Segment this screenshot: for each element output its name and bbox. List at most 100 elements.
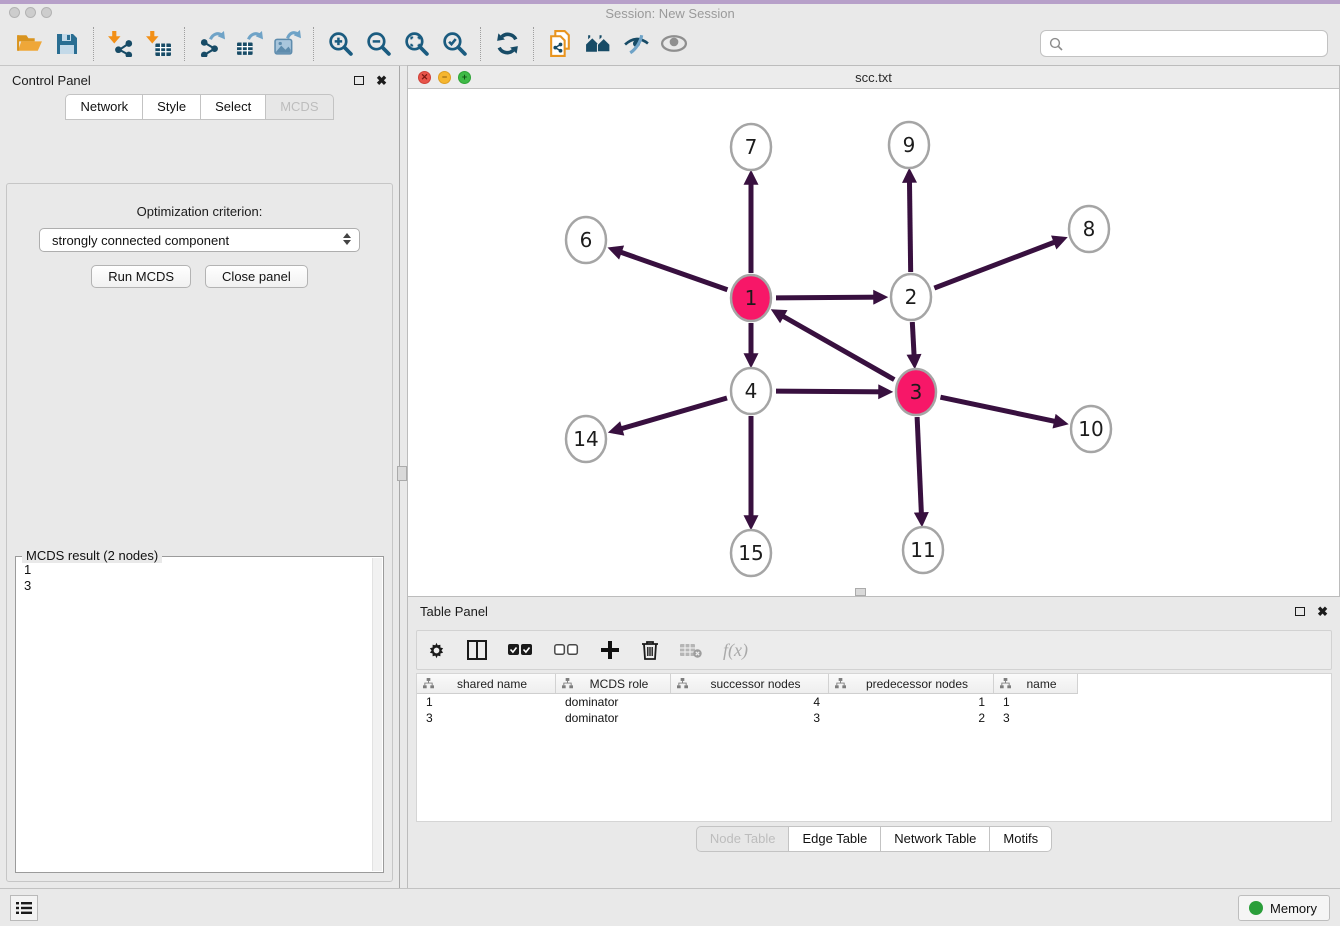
table-panel-close-icon[interactable]: ✖ [1317,605,1328,618]
graph-edge-1-6[interactable] [612,249,727,289]
graph-edge-3-10[interactable] [940,397,1063,423]
graph-edge-4-14[interactable] [613,398,727,431]
graph-node-11[interactable]: 11 [903,527,943,573]
graph-node-15[interactable]: 15 [731,530,771,576]
table-settings-button[interactable] [427,641,446,660]
search-box[interactable] [1040,30,1328,57]
graph-edge-3-11[interactable] [917,417,922,522]
zoom-fit-button[interactable] [397,26,435,62]
hide-selected-button[interactable] [617,26,655,62]
control-tab-network[interactable]: Network [65,94,143,120]
column-header-predecessor-nodes[interactable]: predecessor nodes [829,674,994,693]
zoom-in-button[interactable] [321,26,359,62]
control-tab-select[interactable]: Select [201,94,266,120]
graph-edge-2-3[interactable] [912,322,914,364]
table-cell[interactable]: 3 [671,711,829,725]
table-row[interactable]: 1dominator411 [417,694,1331,710]
column-header-successor-nodes[interactable]: successor nodes [671,674,829,693]
graph-node-9[interactable]: 9 [889,122,929,168]
table-cell[interactable]: 1 [417,695,556,709]
delete-column-button[interactable] [641,640,659,660]
zoom-in-icon [327,30,354,57]
zoom-out-icon [365,30,392,57]
create-column-button[interactable] [600,640,620,660]
show-column-button[interactable] [467,640,487,660]
graph-edge-2-9[interactable] [909,173,910,272]
column-header-name[interactable]: name [994,674,1078,693]
apply-layout-button[interactable] [488,26,526,62]
table-cell[interactable]: 1 [994,695,1078,709]
mcds-result-text[interactable]: 13 [18,559,371,870]
unselect-all-columns-button[interactable] [554,644,579,656]
network-window-titlebar[interactable]: ✕ − + scc.txt [408,66,1339,89]
vertical-splitter-grip[interactable] [397,466,407,481]
import-table-button[interactable] [139,26,177,62]
table-tab-edge-table[interactable]: Edge Table [789,826,881,852]
control-panel-title: Control Panel [12,73,91,88]
toolbar-separator [93,27,94,61]
table-tab-node-table[interactable]: Node Table [696,826,790,852]
export-table-button[interactable] [230,26,268,62]
select-all-columns-button[interactable] [508,644,533,656]
open-folder-icon [16,30,43,57]
control-panel-close-icon[interactable]: ✖ [376,74,387,87]
table-cell[interactable]: dominator [556,711,671,725]
show-graphics-details-button[interactable] [655,26,693,62]
table-cell[interactable]: 1 [829,695,994,709]
control-tab-style[interactable]: Style [143,94,201,120]
function-builder-button[interactable]: f(x) [723,640,748,661]
graph-node-6[interactable]: 6 [566,217,606,263]
search-input[interactable] [1069,36,1319,51]
checked-boxes-icon [508,644,533,656]
criterion-select[interactable]: strongly connected component [39,228,360,252]
graph-node-10[interactable]: 10 [1071,406,1111,452]
table-cell[interactable]: 2 [829,711,994,725]
node-table: shared nameMCDS rolesuccessor nodesprede… [416,673,1332,822]
graph-node-4[interactable]: 4 [731,368,771,414]
graph-edge-2-8[interactable] [934,239,1062,288]
graph-edge-3-1[interactable] [775,312,894,380]
graph-node-14[interactable]: 14 [566,416,606,462]
column-header-MCDS-role[interactable]: MCDS role [556,674,671,693]
table-row[interactable]: 3dominator323 [417,710,1331,726]
table-tab-motifs[interactable]: Motifs [990,826,1052,852]
table-cell[interactable]: 3 [994,711,1078,725]
graph-node-2[interactable]: 2 [891,274,931,320]
import-network-button[interactable] [101,26,139,62]
horizontal-splitter-grip[interactable] [855,588,866,596]
delete-table-button[interactable] [680,643,702,658]
gear-icon [427,641,446,660]
table-cell[interactable]: dominator [556,695,671,709]
export-network-button[interactable] [192,26,230,62]
optimization-criterion-label: Optimization criterion: [7,204,392,219]
zoom-out-button[interactable] [359,26,397,62]
control-tab-mcds[interactable]: MCDS [266,94,333,120]
table-cell[interactable]: 3 [417,711,556,725]
column-header-shared-name[interactable]: shared name [417,674,556,693]
show-all-button[interactable] [579,26,617,62]
graph-edge-4-3[interactable] [776,391,888,392]
clone-network-button[interactable] [541,26,579,62]
run-mcds-button[interactable]: Run MCDS [91,265,191,288]
open-session-button[interactable] [10,26,48,62]
mcds-result-scrollbar[interactable] [372,558,382,871]
control-panel-float-icon[interactable] [354,76,364,85]
mcds-result-group: MCDS result (2 nodes) 13 [15,556,384,873]
graph-canvas[interactable]: 1 2 3 4 6 7 8 9 10 11 14 15 [408,90,1339,597]
memory-button[interactable]: Memory [1238,895,1330,921]
table-panel-float-icon[interactable] [1295,607,1305,616]
export-image-button[interactable] [268,26,306,62]
graph-node-1[interactable]: 1 [731,275,771,321]
graph-node-8[interactable]: 8 [1069,206,1109,252]
table-tab-network-table[interactable]: Network Table [881,826,990,852]
graph-edge-1-2[interactable] [776,297,883,298]
toolbar-separator [313,27,314,61]
trash-icon [641,640,659,660]
table-cell[interactable]: 4 [671,695,829,709]
save-session-button[interactable] [48,26,86,62]
status-menu-button[interactable] [10,895,38,921]
close-panel-button[interactable]: Close panel [205,265,308,288]
zoom-selected-button[interactable] [435,26,473,62]
graph-node-7[interactable]: 7 [731,124,771,170]
graph-node-3[interactable]: 3 [896,369,936,415]
